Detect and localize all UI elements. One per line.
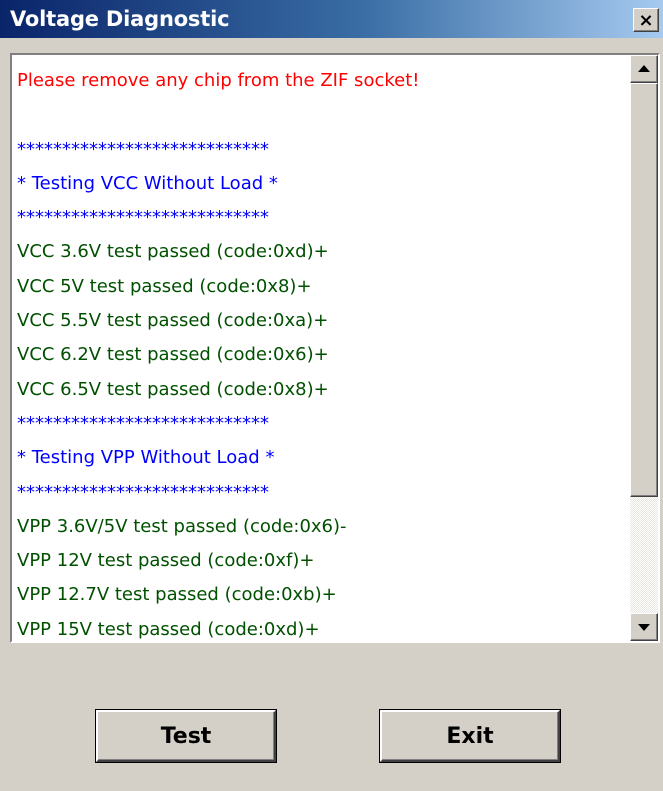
log-line: * Testing VPP Without Load *: [17, 447, 275, 469]
title-bar: Voltage Diagnostic ×: [0, 0, 663, 38]
log-line: VPP 15V test passed (code:0xd)+: [17, 618, 320, 640]
window-title: Voltage Diagnostic: [10, 7, 230, 31]
scroll-down-button[interactable]: [630, 613, 658, 641]
exit-button[interactable]: Exit: [380, 710, 560, 762]
test-button[interactable]: Test: [96, 710, 276, 762]
log-line: ****************************: [17, 412, 269, 434]
log-line: VPP 12V test passed (code:0xf)+: [17, 550, 315, 572]
log-line: * Testing VCC Without Load *: [17, 172, 278, 194]
vertical-scrollbar[interactable]: [630, 55, 658, 641]
log-line: VCC 6.2V test passed (code:0x6)+: [17, 344, 329, 366]
log-line: ****************************: [17, 207, 269, 229]
close-icon: ×: [638, 9, 654, 31]
log-line: Please remove any chip from the ZIF sock…: [17, 70, 420, 91]
scroll-thumb[interactable]: [630, 83, 658, 497]
log-line: VPP 12.7V test passed (code:0xb)+: [17, 584, 337, 606]
log-line: VCC 3.6V test passed (code:0xd)+: [17, 241, 329, 263]
log-lines: Please remove any chip from the ZIF sock…: [17, 64, 622, 641]
arrow-up-icon: [638, 65, 650, 72]
log-line: VCC 6.5V test passed (code:0x8)+: [17, 378, 329, 400]
log-line: ****************************: [17, 481, 269, 503]
close-button[interactable]: ×: [633, 8, 659, 32]
log-line: VCC 5V test passed (code:0x8)+: [17, 275, 312, 297]
log-line: VCC 5.5V test passed (code:0xa)+: [17, 310, 329, 332]
log-line: ****************************: [17, 138, 269, 160]
arrow-down-icon: [638, 624, 650, 631]
scroll-up-button[interactable]: [630, 55, 658, 83]
log-line: VPP 3.6V/5V test passed (code:0x6)-: [17, 515, 347, 537]
diagnostic-log[interactable]: Please remove any chip from the ZIF sock…: [10, 53, 660, 643]
